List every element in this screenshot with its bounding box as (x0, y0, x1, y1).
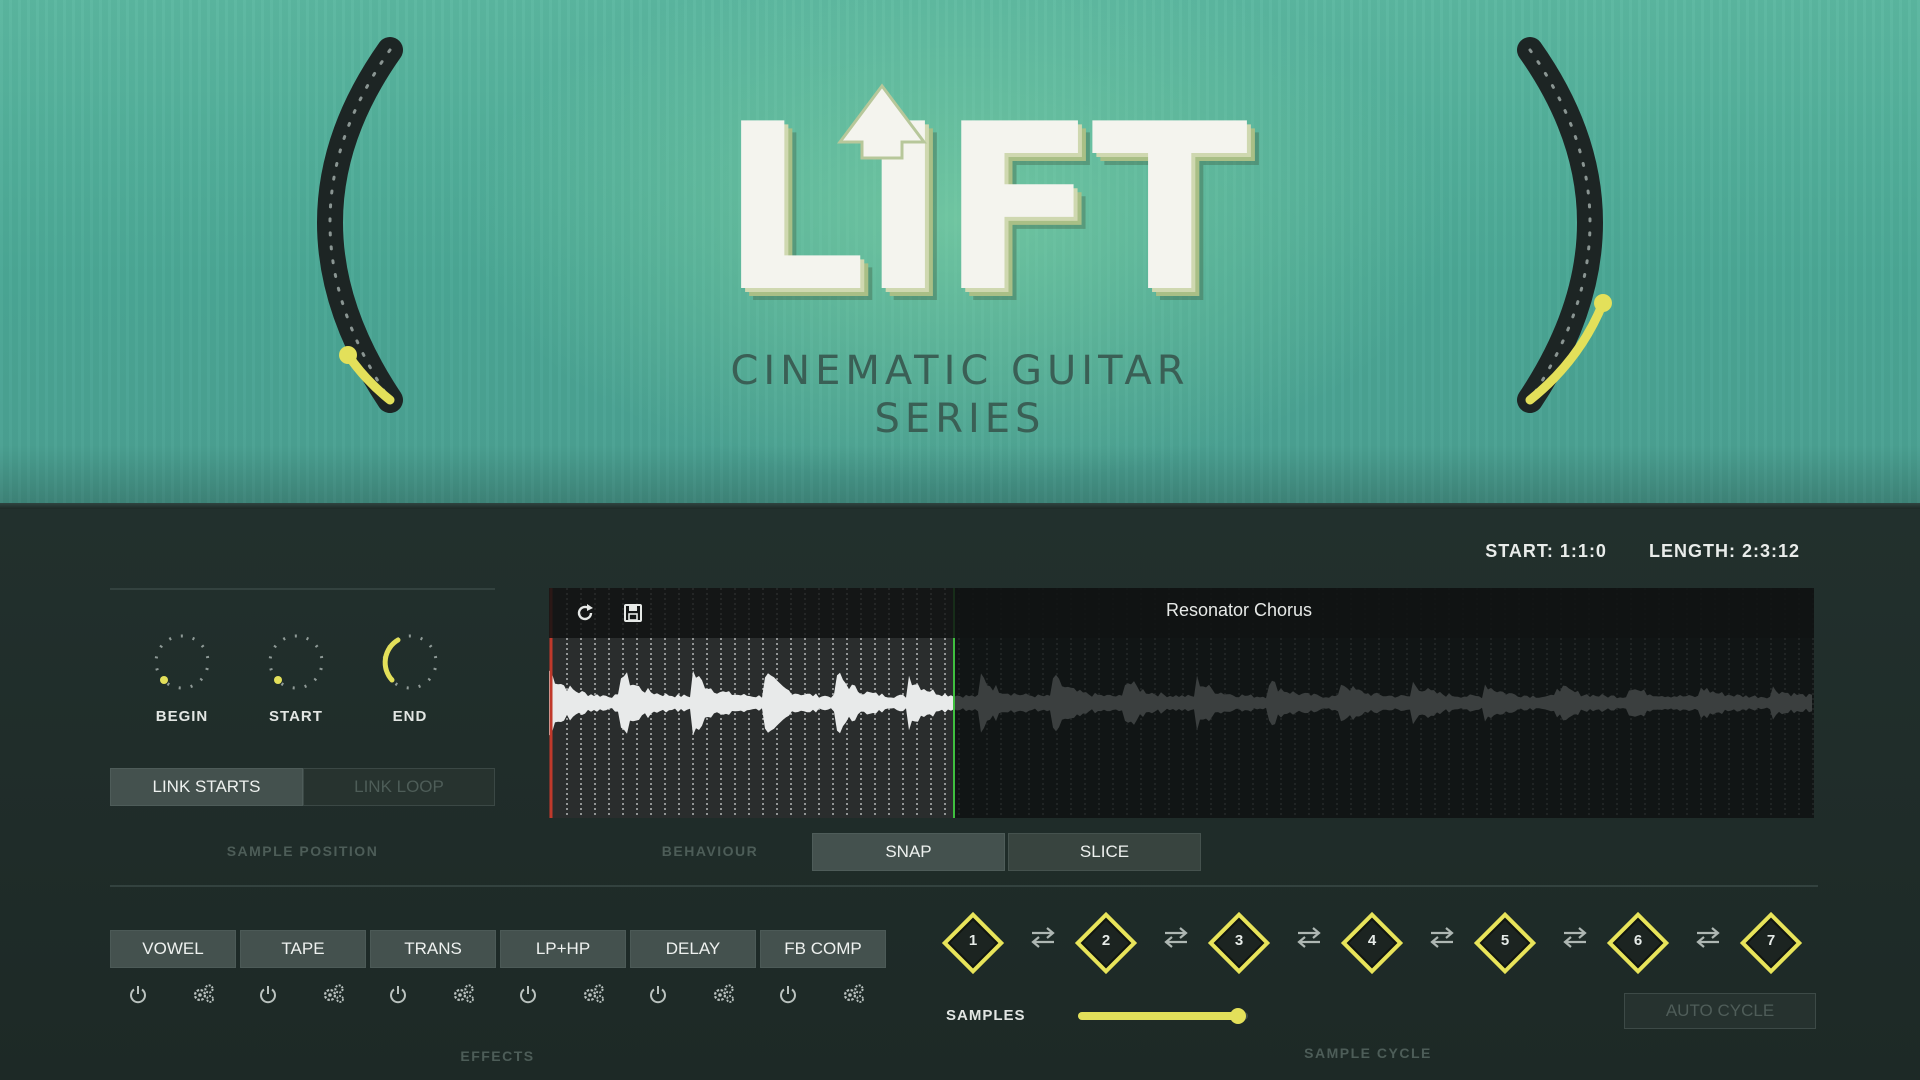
start-readout: START: 1:1:0 (1485, 541, 1607, 561)
cycle-slot-2[interactable]: 2 (1073, 910, 1139, 976)
logo-title: LIFT (720, 76, 1248, 343)
cycle-slot-5[interactable]: 5 (1472, 910, 1538, 976)
power-icon[interactable] (124, 980, 152, 1008)
cycle-slot-number: 5 (1500, 932, 1510, 949)
cycle-slot-7[interactable]: 7 (1738, 910, 1804, 976)
left-arc-knob[interactable] (270, 20, 450, 440)
samples-slider[interactable] (1078, 1006, 1248, 1026)
logo-arrow-icon (837, 83, 927, 160)
auto-cycle-button[interactable]: AUTO CYCLE (1624, 993, 1816, 1029)
cycle-slot-number: 2 (1101, 932, 1111, 949)
swap-arrows-icon[interactable] (1693, 925, 1723, 949)
cycle-slot-4[interactable]: 4 (1339, 910, 1405, 976)
effect-button-fb-comp[interactable]: FB COMP (760, 930, 886, 968)
sample-position-label: SAMPLE POSITION (226, 843, 379, 859)
swap-arrows-icon[interactable] (1560, 925, 1590, 949)
position-readout: START: 1:1:0 LENGTH: 2:3:12 (1440, 541, 1800, 562)
swap-arrows-icon[interactable] (1161, 925, 1191, 949)
sample-name: Resonator Chorus (1165, 600, 1313, 620)
settings-gears-icon[interactable] (710, 980, 738, 1008)
cycle-slot-number: 3 (1234, 932, 1244, 949)
slice-button[interactable]: SLICE (1008, 833, 1201, 871)
effect-button-tape[interactable]: TAPE (240, 930, 366, 968)
settings-gears-icon[interactable] (320, 980, 348, 1008)
logo-subtitle-line2: SERIES (874, 396, 1046, 442)
behaviour-label: BEHAVIOUR (661, 843, 759, 859)
effect-button-trans[interactable]: TRANS (370, 930, 496, 968)
begin-knob-label: BEGIN (155, 708, 209, 725)
cycle-slot-1[interactable]: 1 (940, 910, 1006, 976)
lower-divider (110, 885, 1818, 887)
effect-button-vowel[interactable]: VOWEL (110, 930, 236, 968)
waveform-toolbar: Resonator Chorus (549, 588, 1814, 638)
waveform-display[interactable]: Resonator Chorus (549, 588, 1814, 818)
settings-gears-icon[interactable] (580, 980, 608, 1008)
link-starts-button[interactable]: LINK STARTS (110, 768, 303, 806)
begin-knob[interactable] (152, 632, 212, 692)
logo-subtitle-line1: CINEMATIC GUITAR (730, 348, 1190, 394)
settings-gears-icon[interactable] (840, 980, 868, 1008)
power-icon[interactable] (384, 980, 412, 1008)
start-knob-label: START (269, 708, 323, 725)
link-loop-button[interactable]: LINK LOOP (303, 768, 495, 806)
settings-gears-icon[interactable] (190, 980, 218, 1008)
cycle-slot-number: 7 (1766, 932, 1776, 949)
cycle-slot-number: 1 (968, 932, 978, 949)
cycle-slot-6[interactable]: 6 (1605, 910, 1671, 976)
start-knob[interactable] (266, 632, 326, 692)
length-readout: LENGTH: 2:3:12 (1648, 541, 1800, 561)
samples-label: SAMPLES (946, 1007, 1026, 1024)
end-knob-label: END (392, 708, 428, 725)
power-icon[interactable] (514, 980, 542, 1008)
header-banner: LIFT CINEMATIC GUITAR SERIES (0, 0, 1920, 505)
power-icon[interactable] (644, 980, 672, 1008)
snap-button[interactable]: SNAP (812, 833, 1005, 871)
sample-cycle-label: SAMPLE CYCLE (1304, 1045, 1432, 1061)
effect-button-delay[interactable]: DELAY (630, 930, 756, 968)
swap-arrows-icon[interactable] (1427, 925, 1457, 949)
effect-button-lp-hp[interactable]: LP+HP (500, 930, 626, 968)
settings-gears-icon[interactable] (450, 980, 478, 1008)
power-icon[interactable] (774, 980, 802, 1008)
save-icon[interactable] (619, 599, 647, 627)
effects-label: EFFECTS (460, 1048, 535, 1064)
swap-arrows-icon[interactable] (1028, 925, 1058, 949)
end-knob[interactable] (380, 632, 440, 692)
right-arc-knob[interactable] (1470, 20, 1650, 440)
sample-position-divider (110, 588, 495, 590)
cycle-slot-number: 6 (1633, 932, 1643, 949)
power-icon[interactable] (254, 980, 282, 1008)
swap-arrows-icon[interactable] (1294, 925, 1324, 949)
refresh-icon[interactable] (571, 599, 599, 627)
cycle-slot-3[interactable]: 3 (1206, 910, 1272, 976)
cycle-slot-number: 4 (1367, 932, 1377, 949)
